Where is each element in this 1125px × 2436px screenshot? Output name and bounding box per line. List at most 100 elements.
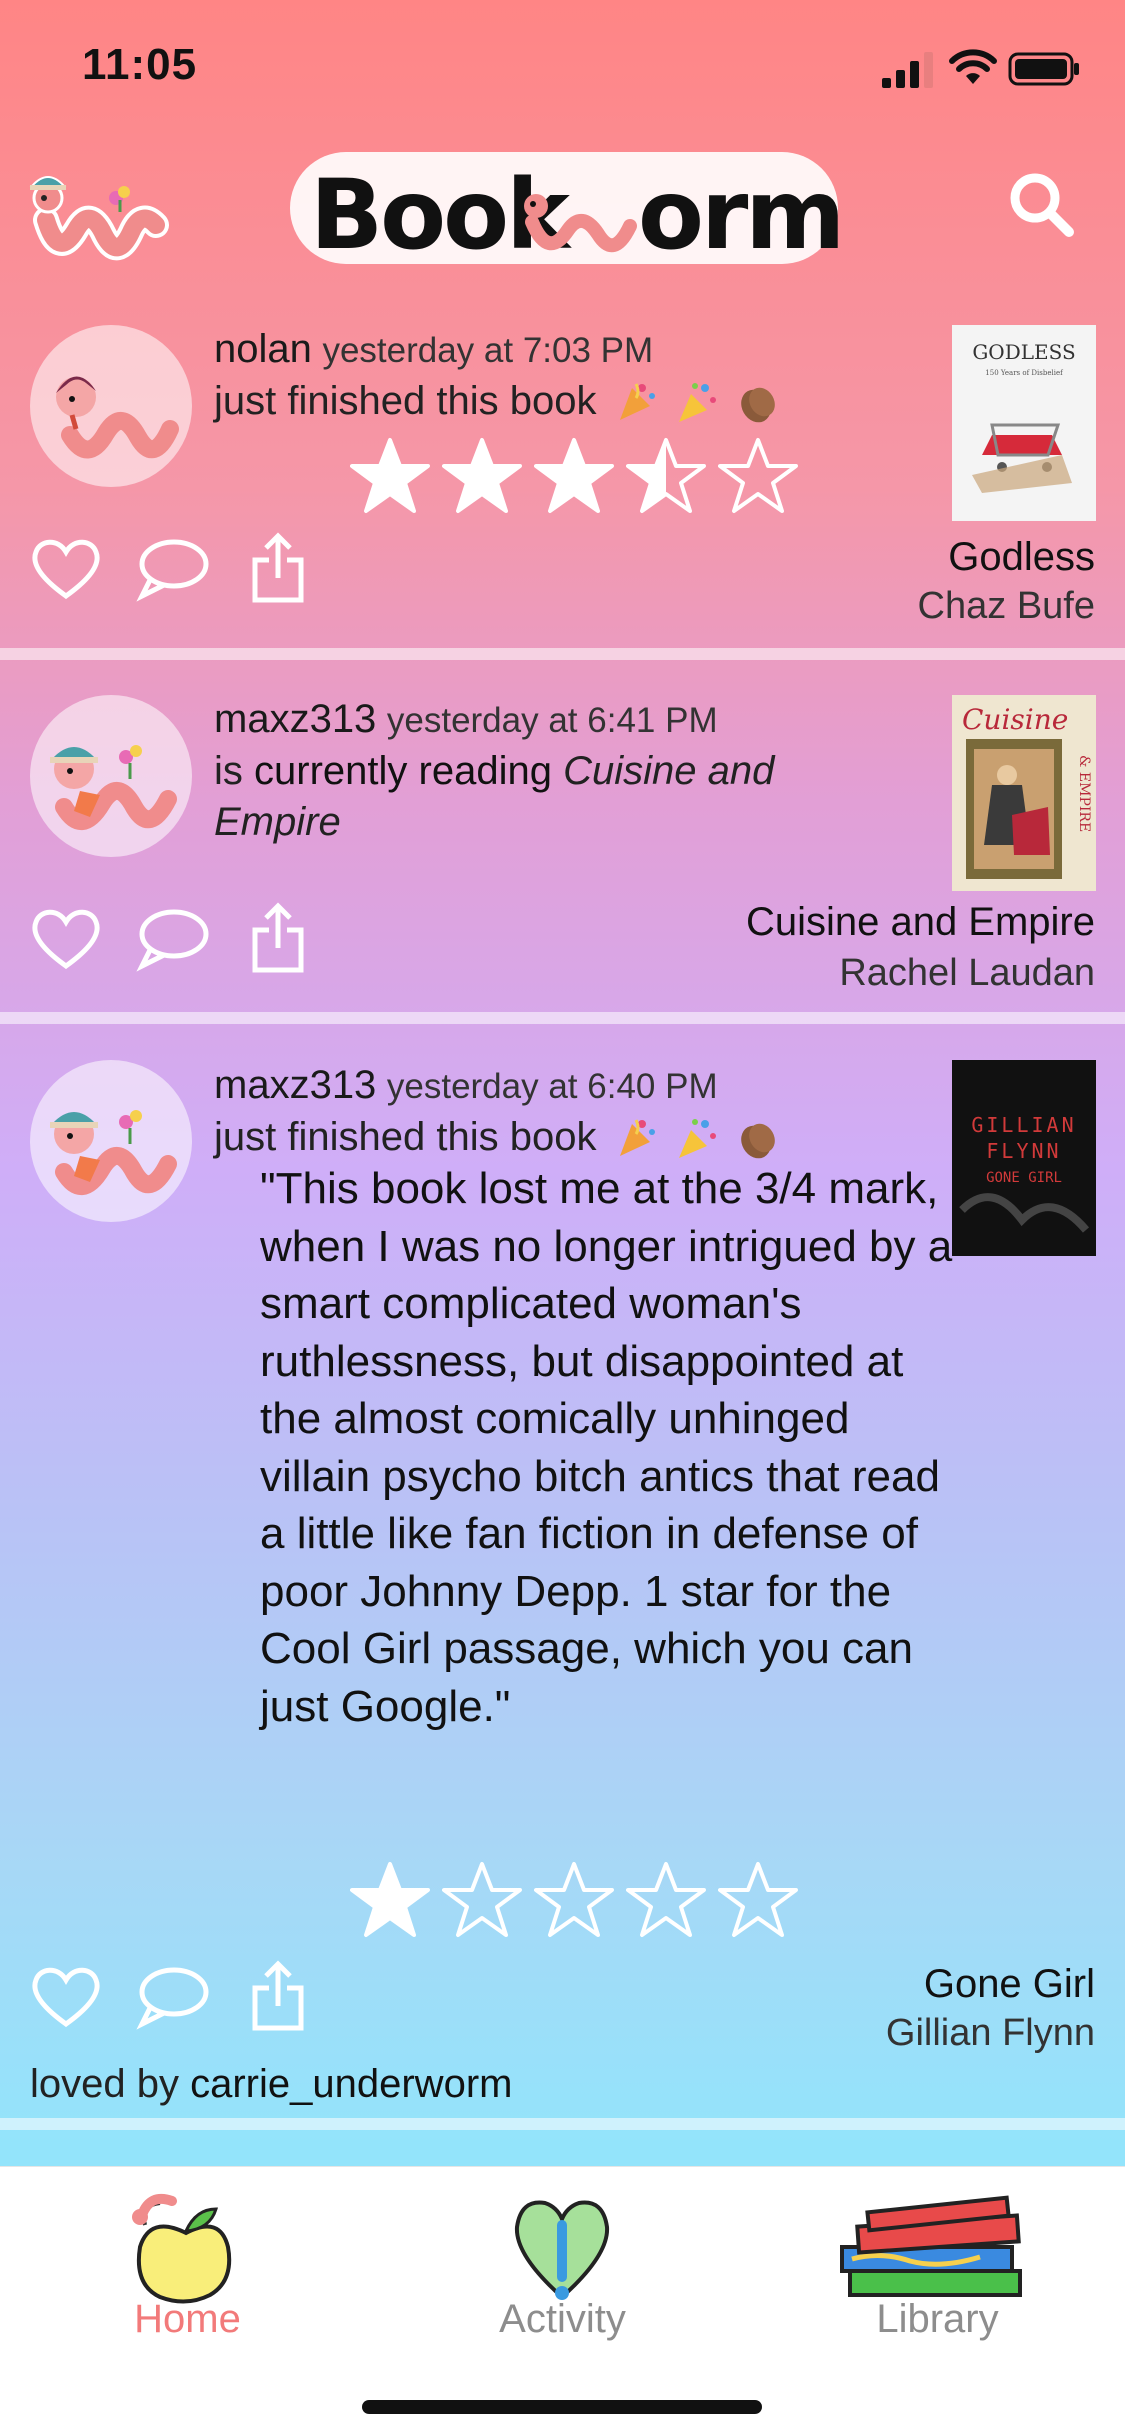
star-rating: [350, 1860, 800, 1946]
like-heart-icon[interactable]: [28, 530, 104, 606]
confetti-emoji-icon: [678, 1119, 716, 1159]
username-link[interactable]: maxz313: [214, 697, 376, 741]
star-filled-icon: [350, 1862, 430, 1937]
search-icon[interactable]: [1005, 168, 1077, 240]
review-text: "This book lost me at the 3/4 mark, when…: [260, 1164, 953, 1731]
user-avatar[interactable]: [30, 325, 192, 487]
book-title[interactable]: Godless: [948, 535, 1095, 580]
worm-avatar-icon: [50, 745, 177, 830]
heart-exclamation-icon: [514, 2200, 610, 2300]
like-heart-icon[interactable]: [28, 900, 104, 976]
svg-text:FLYNN: FLYNN: [986, 1139, 1061, 1163]
books-stack-icon: [840, 2195, 1022, 2297]
app-screen: 11:05 Book orm nolan yesterday at 7:03 P…: [0, 0, 1125, 2436]
svg-text:GODLESS: GODLESS: [972, 340, 1075, 364]
book-author[interactable]: Gillian Flynn: [886, 2012, 1095, 2055]
user-avatar[interactable]: [30, 1060, 192, 1222]
tab-bar: Home Activity Library: [0, 2166, 1125, 2436]
tab-activity[interactable]: Activity: [375, 2167, 750, 2387]
feed-item: maxz313 yesterday at 6:40 PM just finish…: [0, 1024, 1125, 2118]
post-timestamp: yesterday at 7:03 PM: [322, 331, 654, 370]
comment-bubble-icon[interactable]: [134, 1958, 210, 2034]
svg-text:GILLIAN: GILLIAN: [971, 1113, 1076, 1137]
post-timestamp: yesterday at 6:40 PM: [386, 1067, 718, 1106]
cellular-signal-icon: [882, 52, 933, 88]
post-header: maxz313 yesterday at 6:40 PM: [214, 1060, 718, 1112]
action-prefix: is: [214, 749, 243, 793]
post-actions: [28, 1958, 318, 2038]
post-action: is currently reading Cuisine and Empire: [214, 746, 834, 848]
post-action: just finished this book: [214, 376, 854, 427]
share-icon[interactable]: [240, 900, 316, 976]
tab-label: Home: [134, 2297, 241, 2341]
tab-library[interactable]: Library: [750, 2167, 1125, 2387]
comment-bubble-icon[interactable]: [134, 530, 210, 606]
feed-divider: [0, 648, 1125, 660]
status-time: 11:05: [82, 40, 198, 89]
party-popper-emoji-icon: [619, 383, 655, 421]
star-filled-icon: [442, 438, 522, 513]
post-header: nolan yesterday at 7:03 PM: [214, 324, 653, 376]
star-rating: [350, 436, 800, 522]
loved-by-user-link[interactable]: carrie_underworm: [190, 2062, 512, 2106]
svg-text:GONE GIRL: GONE GIRL: [986, 1170, 1062, 1186]
book-cover[interactable]: Cuisine & EMPIRE: [952, 695, 1096, 891]
book-title[interactable]: Cuisine and Empire: [746, 900, 1095, 945]
star-empty-icon: [442, 1862, 522, 1937]
star-filled-icon: [350, 438, 430, 513]
username-link[interactable]: nolan: [214, 327, 312, 371]
share-icon[interactable]: [240, 1958, 316, 2034]
action-text: just finished this book: [214, 1115, 597, 1159]
post-actions: [28, 900, 318, 980]
battery-icon: [1008, 52, 1079, 86]
book-cover[interactable]: GILLIAN FLYNN GONE GIRL: [952, 1060, 1096, 1256]
loved-by-line: loved by carrie_underworm: [30, 2062, 512, 2107]
star-empty-icon: [718, 1862, 798, 1937]
apple-icon: [132, 2193, 232, 2304]
feed-item: nolan yesterday at 7:03 PM just finished…: [0, 310, 1125, 648]
feed-divider: [0, 1012, 1125, 1024]
party-popper-emoji-icon: [619, 1119, 655, 1157]
star-empty-icon: [534, 1862, 614, 1937]
book-author[interactable]: Chaz Bufe: [918, 585, 1095, 628]
app-header: Book orm: [0, 130, 1125, 310]
bookworm-wordmark: Book orm: [290, 152, 845, 271]
post-actions: [28, 530, 318, 610]
tab-home[interactable]: Home: [0, 2167, 375, 2387]
post-action: just finished this book: [214, 1112, 854, 1163]
tab-label: Activity: [499, 2297, 626, 2341]
star-half-icon: [626, 438, 706, 513]
worm-avatar-icon: [50, 1110, 177, 1195]
post-timestamp: yesterday at 6:41 PM: [386, 701, 718, 740]
post-header: maxz313 yesterday at 6:41 PM: [214, 694, 718, 746]
book-title[interactable]: Gone Girl: [924, 1962, 1095, 2007]
svg-text:& EMPIRE: & EMPIRE: [1076, 755, 1092, 832]
svg-text:150 Years of Disbelief: 150 Years of Disbelief: [985, 369, 1064, 377]
star-empty-icon: [718, 438, 798, 513]
worm-logo-icon[interactable]: [28, 150, 178, 270]
svg-text:orm: orm: [638, 159, 842, 271]
home-indicator[interactable]: [362, 2400, 762, 2414]
user-avatar[interactable]: [30, 695, 192, 857]
svg-text:Cuisine: Cuisine: [962, 703, 1068, 736]
loved-by-label: loved by: [30, 2062, 179, 2106]
action-text: just finished this book: [214, 379, 597, 423]
status-bar: 11:05: [0, 0, 1125, 130]
star-filled-icon: [534, 438, 614, 513]
like-heart-icon[interactable]: [28, 1958, 104, 2034]
wifi-icon: [949, 49, 997, 84]
comment-bubble-icon[interactable]: [134, 900, 210, 976]
book-cover[interactable]: GODLESS 150 Years of Disbelief: [952, 325, 1096, 521]
star-empty-icon: [626, 1862, 706, 1937]
username-link[interactable]: maxz313: [214, 1063, 376, 1107]
clapping-hands-emoji-icon: [741, 1124, 775, 1159]
clapping-hands-emoji-icon: [741, 388, 775, 423]
feed-item: maxz313 yesterday at 6:41 PM is currentl…: [0, 660, 1125, 1012]
book-author[interactable]: Rachel Laudan: [839, 952, 1095, 995]
share-icon[interactable]: [240, 530, 316, 606]
worm-avatar-icon: [56, 376, 179, 459]
action-status: currently reading: [254, 749, 552, 793]
tab-label: Library: [876, 2297, 999, 2341]
feed-divider: [0, 2118, 1125, 2130]
confetti-emoji-icon: [678, 383, 716, 423]
